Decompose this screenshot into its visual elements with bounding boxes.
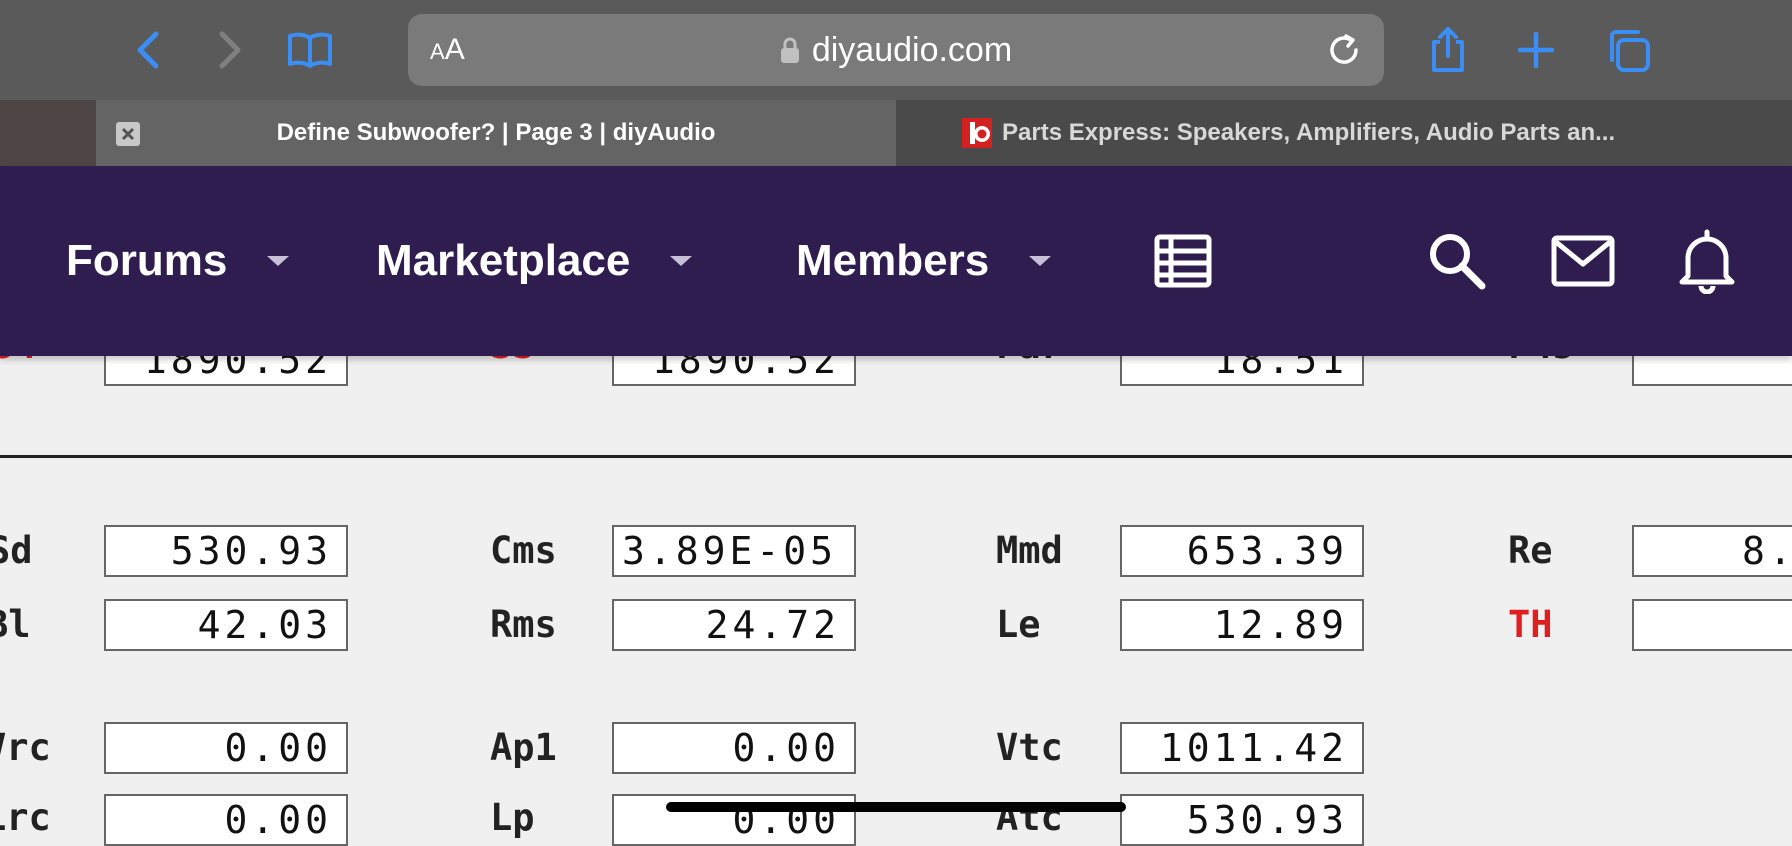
tab-inactive[interactable]: Parts Express: Speakers, Amplifiers, Aud… [896, 100, 1792, 166]
param-label: Sd [0, 529, 33, 572]
param-field[interactable]: 8. [1632, 525, 1792, 577]
nav-members-label: Members [796, 236, 990, 285]
chevron-right-icon [219, 31, 241, 69]
param-label: Lrc [0, 796, 51, 839]
nav-marketplace-label: Marketplace [376, 236, 631, 285]
url-text: diyaudio.com [811, 30, 1013, 69]
param-label: TH [1508, 603, 1553, 646]
param-label: Lp [490, 796, 535, 839]
back-button[interactable] [118, 18, 182, 82]
param-field[interactable]: 0.00 [612, 722, 856, 774]
tabs-overview-button[interactable] [1596, 18, 1660, 82]
site-nav: Forums Marketplace Members [0, 166, 1792, 356]
param-label: Vtc [996, 726, 1063, 769]
divider [0, 455, 1792, 458]
bookmarks-button[interactable] [278, 18, 342, 82]
mail-icon[interactable] [1550, 228, 1616, 294]
param-label: Ap1 [490, 726, 557, 769]
book-icon [288, 32, 332, 68]
param-field[interactable]: 1011.42 [1120, 722, 1364, 774]
forward-button[interactable] [196, 18, 260, 82]
caret-down-icon[interactable] [670, 256, 693, 266]
param-label: Vrc [0, 726, 51, 769]
caret-down-icon[interactable] [267, 256, 290, 266]
param-field[interactable] [1632, 599, 1792, 651]
param-label: Cms [490, 529, 557, 572]
parts-express-logo [962, 118, 992, 148]
nav-members[interactable]: Members [796, 166, 1052, 356]
tab-active[interactable]: Define Subwoofer? | Page 3 | diyAudio [96, 100, 896, 166]
param-label: Le [996, 603, 1041, 646]
page-content: 34 1890.52 SS 1890.52 Far 18.51 F45 8. S… [0, 324, 1792, 846]
reload-icon[interactable] [1322, 28, 1366, 72]
param-field[interactable]: 530.93 [1120, 794, 1364, 846]
share-icon [1432, 27, 1464, 72]
plus-icon [1517, 31, 1555, 69]
param-field[interactable]: 0.00 [104, 794, 348, 846]
nav-forums[interactable]: Forums [66, 166, 290, 356]
tab-title: Parts Express: Speakers, Amplifiers, Aud… [1002, 119, 1616, 146]
chevron-left-icon [137, 31, 159, 69]
param-field[interactable]: 42.03 [104, 599, 348, 651]
param-field[interactable]: 3.89E-05 [612, 525, 856, 577]
param-label: Bl [0, 603, 31, 646]
tab-stub[interactable] [0, 100, 96, 166]
nav-marketplace[interactable]: Marketplace [376, 166, 693, 356]
browser-toolbar: AA diyaudio.com [0, 0, 1792, 100]
tab-bar: Define Subwoofer? | Page 3 | diyAudio Pa… [0, 100, 1792, 166]
home-indicator[interactable] [666, 802, 1126, 812]
bell-icon[interactable] [1674, 228, 1740, 295]
param-label: Mmd [996, 529, 1063, 572]
tab-title: Define Subwoofer? | Page 3 | diyAudio [276, 119, 716, 146]
search-icon[interactable] [1424, 228, 1490, 294]
new-tab-button[interactable] [1504, 18, 1568, 82]
param-field[interactable]: 24.72 [612, 599, 856, 651]
param-label: Rms [490, 603, 557, 646]
param-label: Re [1508, 529, 1553, 572]
lock-icon [780, 37, 799, 63]
share-button[interactable] [1416, 18, 1480, 82]
caret-down-icon[interactable] [1029, 256, 1052, 266]
nav-forums-label: Forums [66, 236, 228, 285]
tabs-icon [1610, 30, 1650, 72]
param-field[interactable]: 0.00 [104, 722, 348, 774]
address-bar[interactable]: AA diyaudio.com [408, 14, 1384, 86]
param-field[interactable]: 530.93 [104, 525, 348, 577]
param-field[interactable]: 653.39 [1120, 525, 1364, 577]
param-field[interactable]: 12.89 [1120, 599, 1364, 651]
list-icon[interactable] [1150, 228, 1216, 294]
